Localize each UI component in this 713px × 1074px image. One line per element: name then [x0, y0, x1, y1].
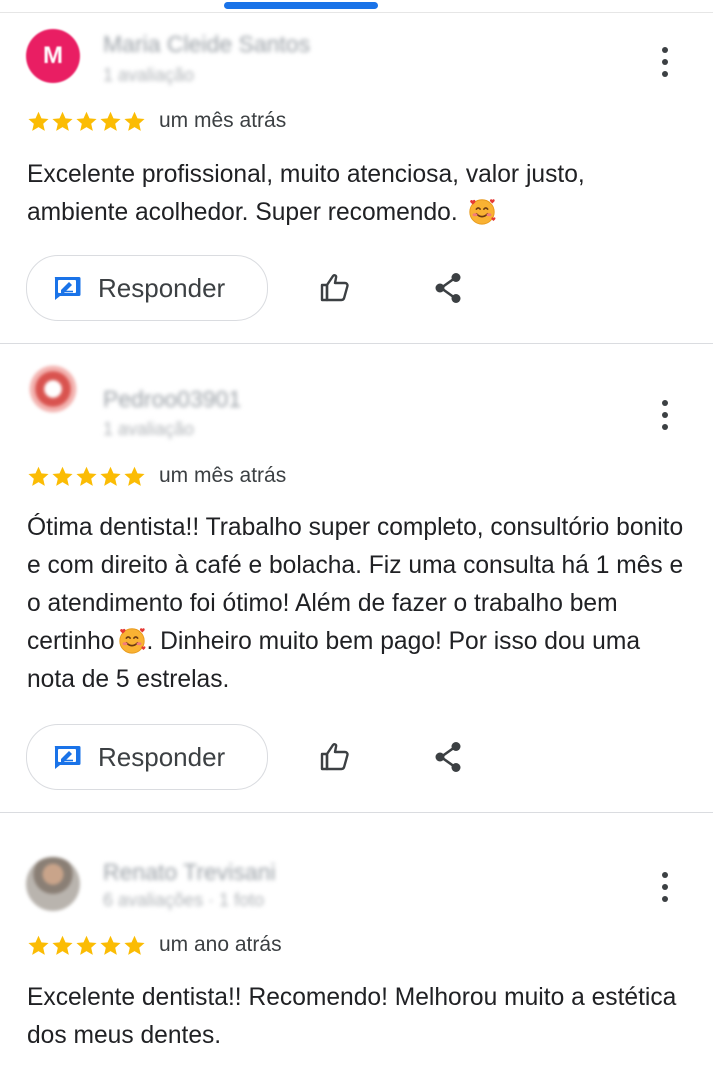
review-date: um mês atrás	[159, 109, 287, 132]
rating-row: um mês atrás	[27, 109, 286, 133]
rating-row: um ano atrás	[27, 933, 282, 957]
author-review-count: 1 avaliação	[103, 419, 195, 439]
more-options-button[interactable]	[650, 870, 680, 904]
reply-icon	[54, 746, 81, 769]
avatar[interactable]	[26, 362, 80, 416]
review-text-body: Excelente profissional, muito atenciosa,…	[27, 161, 585, 226]
review-text: Ótima dentista!! Trabalho super completo…	[27, 509, 692, 699]
thumbs-up-icon[interactable]	[318, 270, 354, 306]
review-text: Excelente dentista!! Recomendo! Melhorou…	[27, 979, 692, 1055]
reply-button[interactable]: Responder	[26, 724, 268, 790]
more-options-button[interactable]	[650, 398, 680, 432]
star-icon	[52, 111, 73, 131]
star-icon	[52, 466, 73, 486]
star-icon	[28, 935, 49, 955]
author-name[interactable]: Renato Trevisani	[103, 859, 276, 886]
star-icon	[28, 111, 49, 131]
avatar[interactable]: M	[26, 29, 80, 83]
reply-icon	[54, 277, 81, 300]
review-text-body: Excelente dentista!! Recomendo! Melhorou…	[27, 984, 677, 1049]
star-rating	[27, 110, 146, 133]
active-tab-indicator	[224, 2, 378, 9]
star-icon	[124, 111, 145, 131]
more-options-button[interactable]	[650, 45, 680, 79]
star-icon	[124, 466, 145, 486]
star-icon	[76, 935, 97, 955]
smiling-face-with-hearts-icon	[468, 199, 495, 225]
star-icon	[100, 111, 121, 131]
share-icon[interactable]	[431, 270, 467, 306]
reply-label: Responder	[98, 273, 226, 303]
author-review-count: 1 avaliação	[103, 65, 195, 85]
star-icon	[76, 111, 97, 131]
star-icon	[100, 466, 121, 486]
thumbs-up-icon[interactable]	[318, 739, 354, 775]
rating-row: um mês atrás	[27, 464, 286, 488]
author-name[interactable]: Maria Cleide Santos	[103, 31, 310, 58]
star-rating	[27, 934, 146, 957]
author-review-count: 6 avaliações · 1 foto	[103, 890, 265, 910]
review-card: Renato Trevisani 6 avaliações · 1 foto u…	[0, 815, 713, 1074]
reply-button[interactable]: Responder	[26, 255, 268, 321]
review-card: Pedroo03901 1 avaliação um mês atrás Óti…	[0, 346, 713, 813]
smiling-face-with-hearts-icon	[118, 628, 145, 654]
star-icon	[100, 935, 121, 955]
star-icon	[28, 466, 49, 486]
star-icon	[124, 935, 145, 955]
review-card: M Maria Cleide Santos 1 avaliação um mês…	[0, 13, 713, 344]
top-scroll-indicator	[0, 0, 713, 13]
star-rating	[27, 465, 146, 488]
review-date: um mês atrás	[159, 464, 287, 487]
author-name[interactable]: Pedroo03901	[103, 386, 241, 413]
review-date: um ano atrás	[159, 933, 282, 956]
review-text: Excelente profissional, muito atenciosa,…	[27, 156, 692, 232]
share-icon[interactable]	[431, 739, 467, 775]
reply-label: Responder	[98, 742, 226, 772]
star-icon	[76, 466, 97, 486]
avatar[interactable]	[26, 857, 80, 911]
star-icon	[52, 935, 73, 955]
